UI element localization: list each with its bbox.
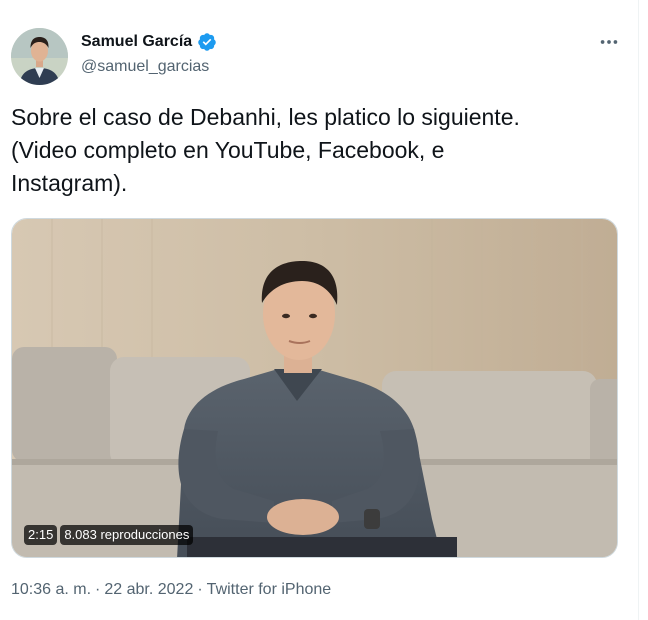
video-duration: 2:15 [24,525,58,545]
author-names: Samuel García @samuel_garcias [81,31,217,76]
video-view-count: 8.083 reproducciones [60,525,194,545]
verified-badge-icon [197,32,217,52]
tweet-header: Samuel García @samuel_garcias [11,25,626,85]
meta-separator: · [95,581,101,598]
video-player[interactable]: 2:15 8.083 reproducciones [11,218,618,558]
tweet-card: Samuel García @samuel_garcias Sobre el c… [0,0,639,620]
meta-separator: · [197,581,203,598]
tweet-source[interactable]: Twitter for iPhone [207,581,332,599]
display-name-row: Samuel García [81,31,217,53]
tweet-date[interactable]: 22 abr. 2022 [104,581,193,599]
avatar-image [11,28,68,85]
video-info-badges: 2:15 8.083 reproducciones [24,525,194,545]
display-name[interactable]: Samuel García [81,33,192,51]
tweet-text: Sobre el caso de Debanhi, les platico lo… [11,104,520,196]
tweet-time[interactable]: 10:36 a. m. [11,581,91,599]
video-thumbnail [12,219,617,557]
ellipsis-horizontal-icon [600,40,618,44]
more-options-button[interactable] [592,25,626,59]
tweet-metadata: 10:36 a. m. · 22 abr. 2022 · Twitter for… [11,581,331,599]
author-handle[interactable]: @samuel_garcias [81,58,217,76]
avatar[interactable] [11,28,68,85]
